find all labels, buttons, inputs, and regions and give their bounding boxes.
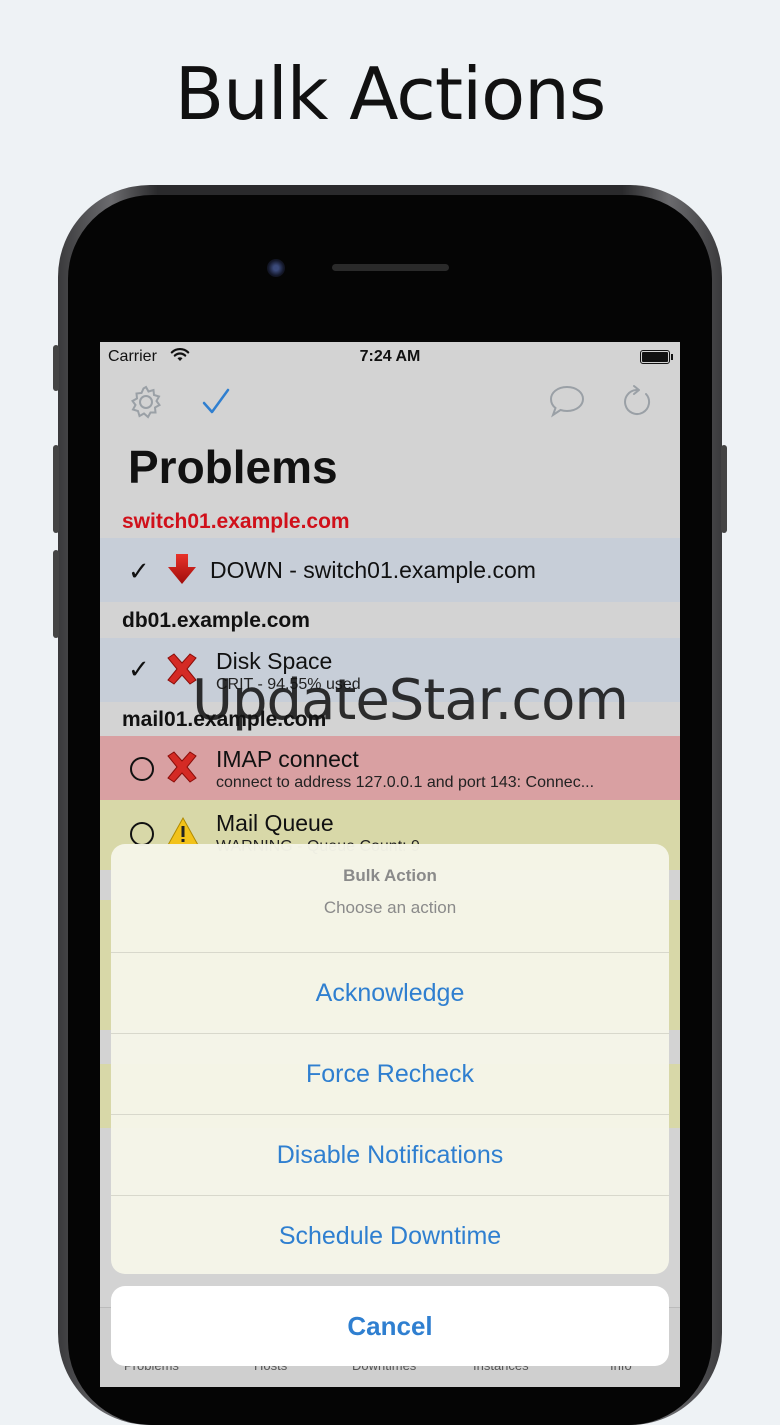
unselected-radio[interactable] <box>130 757 154 781</box>
problem-title: Mail Queue <box>216 810 334 836</box>
action-sheet-title: Bulk Action <box>343 866 437 885</box>
problem-title: IMAP connect <box>216 746 359 772</box>
page-title: Problems <box>128 441 338 493</box>
power-button <box>721 445 727 533</box>
problem-row[interactable]: IMAP connect connect to address 127.0.0.… <box>100 736 680 800</box>
host-section-header: switch01.example.com <box>122 510 350 533</box>
problem-detail: connect to address 127.0.0.1 and port 14… <box>216 774 595 791</box>
acknowledge-button[interactable]: Acknowledge <box>111 953 669 1034</box>
watermark: UpdateStar.com <box>192 668 629 733</box>
speech-bubble-icon[interactable] <box>548 384 586 423</box>
clock: 7:24 AM <box>359 348 421 365</box>
action-sheet-header: Bulk Action Choose an action <box>111 844 669 953</box>
host-section-header: db01.example.com <box>122 609 310 632</box>
force-recheck-button[interactable]: Force Recheck <box>111 1034 669 1115</box>
earpiece-speaker <box>332 264 449 271</box>
status-bar: Carrier 7:24 AM <box>100 342 680 372</box>
selected-checkmark-icon[interactable]: ✓ <box>128 556 150 587</box>
battery-icon <box>640 350 673 364</box>
down-arrow-icon <box>166 552 198 591</box>
phone-screen: Carrier 7:24 AM Problems switch01.exampl… <box>100 342 680 1387</box>
red-x-icon <box>164 750 200 789</box>
cancel-button[interactable]: Cancel <box>111 1286 669 1366</box>
mute-switch <box>53 345 59 391</box>
select-mode-checkmark-icon[interactable] <box>200 386 232 423</box>
disable-notifications-button[interactable]: Disable Notifications <box>111 1115 669 1196</box>
action-sheet-message: Choose an action <box>323 898 457 917</box>
problem-row[interactable]: ✓ DOWN - switch01.example.com <box>100 538 680 602</box>
volume-down-button <box>53 550 59 638</box>
selected-checkmark-icon[interactable]: ✓ <box>128 654 150 685</box>
unselected-radio[interactable] <box>130 822 154 846</box>
gear-icon[interactable] <box>128 384 164 425</box>
promo-headline: Bulk Actions <box>174 52 607 136</box>
volume-up-button <box>53 445 59 533</box>
refresh-icon[interactable] <box>620 384 654 425</box>
bulk-action-sheet: Bulk Action Choose an action Acknowledge… <box>111 844 669 1274</box>
problem-title: DOWN - switch01.example.com <box>210 557 536 583</box>
schedule-downtime-button[interactable]: Schedule Downtime <box>111 1196 669 1274</box>
front-camera <box>267 259 285 277</box>
